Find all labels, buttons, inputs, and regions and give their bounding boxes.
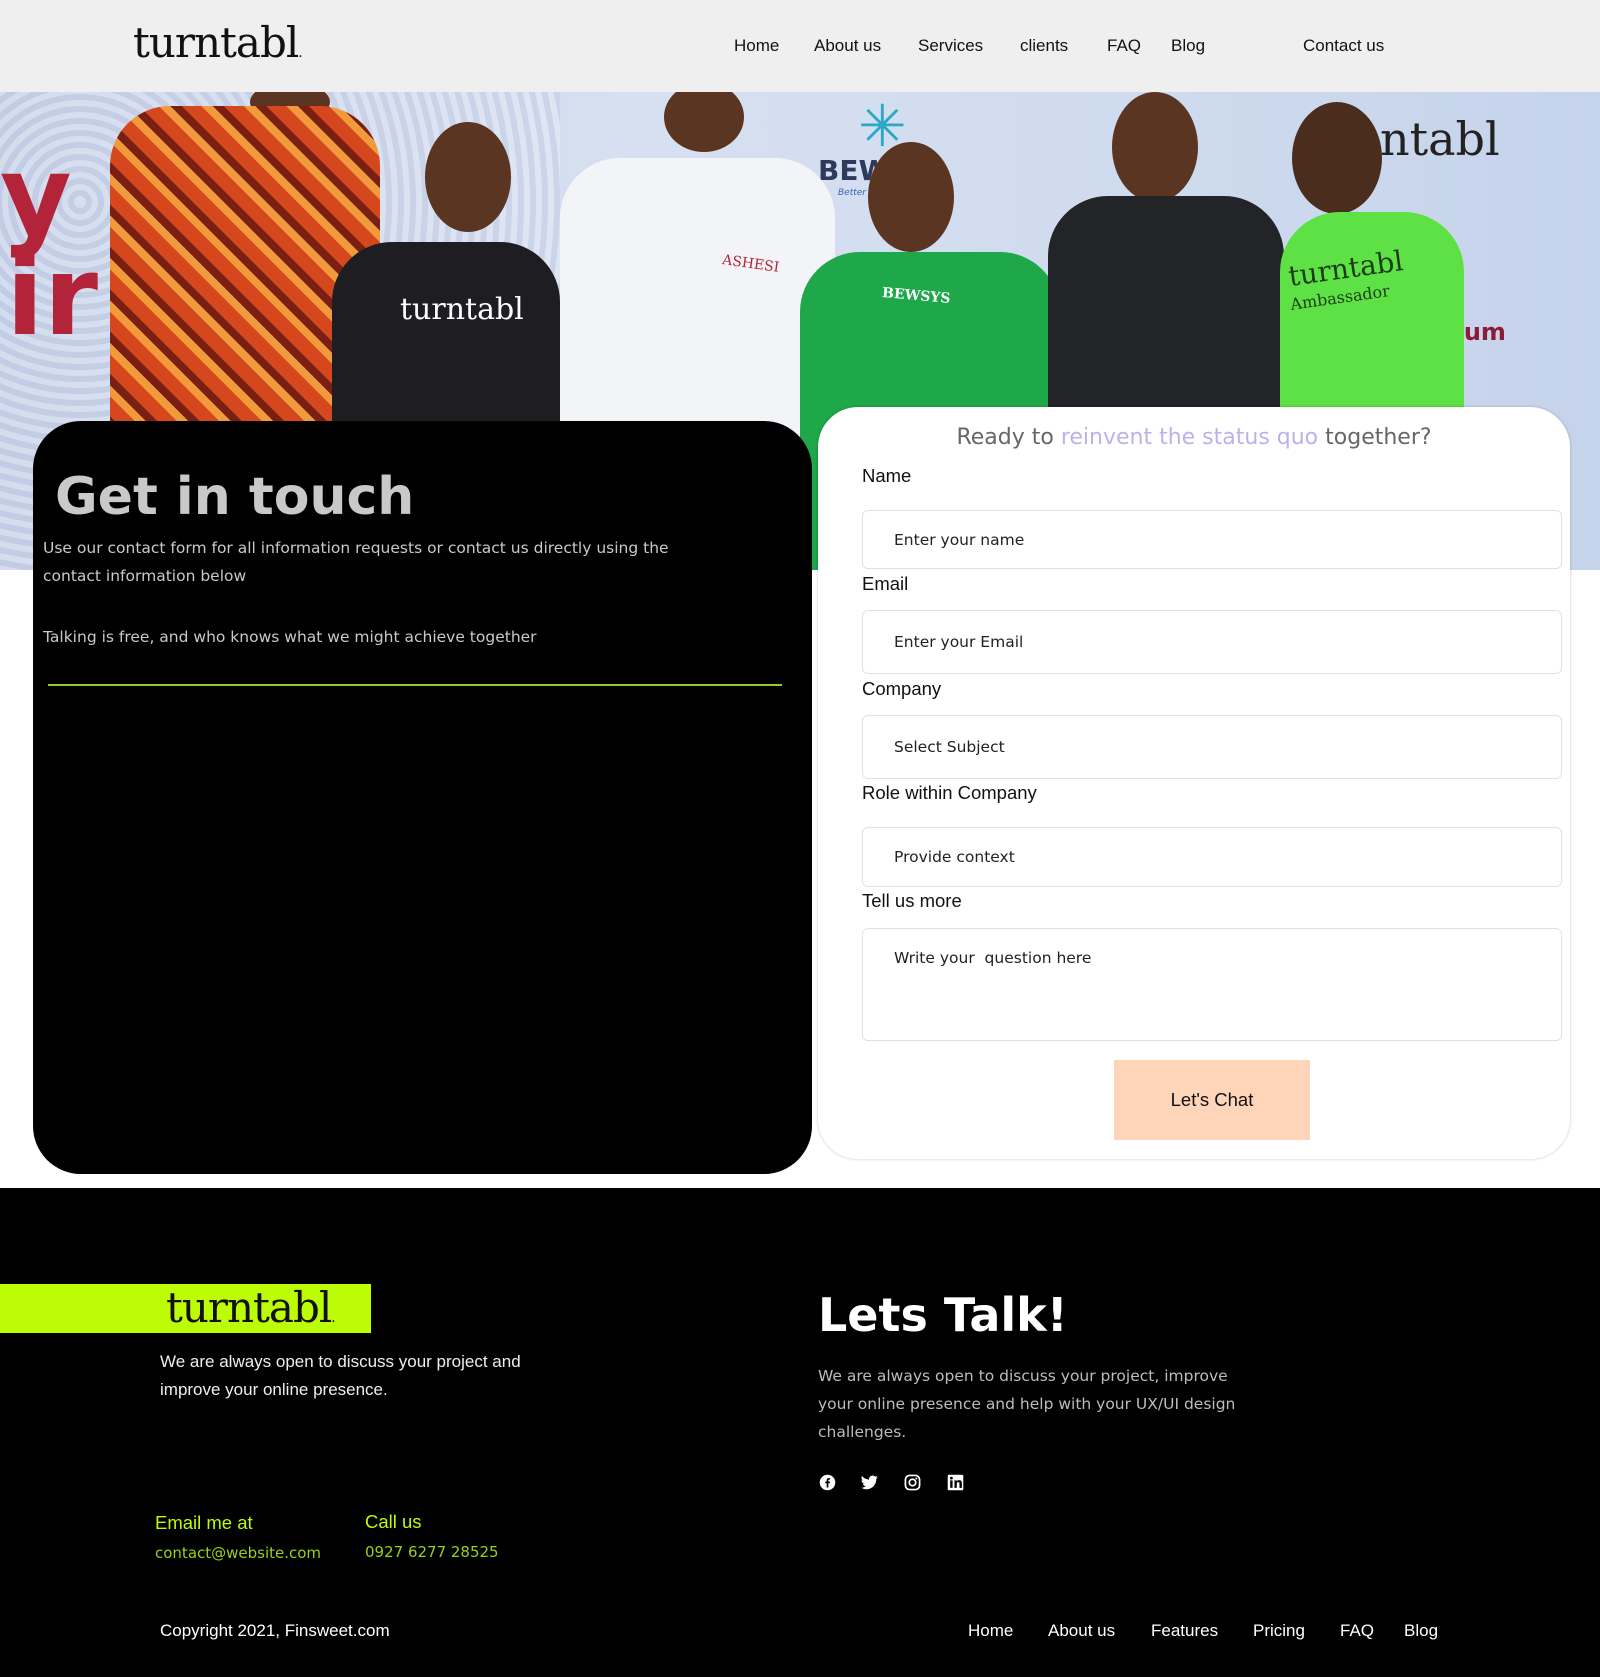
tell-us-more-textarea[interactable] bbox=[862, 928, 1562, 1041]
name-label: Name bbox=[862, 465, 912, 486]
nav-faq[interactable]: FAQ bbox=[1107, 36, 1141, 56]
person-head bbox=[1292, 102, 1382, 214]
copyright-text: Copyright 2021, Finsweet.com bbox=[160, 1621, 390, 1640]
facebook-icon[interactable] bbox=[817, 1472, 837, 1492]
lets-talk-description: We are always open to discuss your proje… bbox=[818, 1367, 1236, 1441]
shirt-logo-text: turntabl bbox=[400, 292, 524, 327]
tell-us-more-label: Tell us more bbox=[862, 890, 962, 911]
person-head bbox=[868, 142, 954, 252]
company-label: Company bbox=[862, 678, 942, 699]
turntabl-banner-text: ntabl bbox=[1380, 112, 1500, 166]
nav-contact[interactable]: Contact us bbox=[1303, 36, 1384, 56]
footer-nav-home[interactable]: Home bbox=[968, 1621, 1013, 1641]
contact-form: Ready to reinvent the status quo togethe… bbox=[818, 407, 1570, 1159]
get-in-touch-title: Get in touch bbox=[55, 467, 415, 527]
form-title-end: together? bbox=[1318, 425, 1432, 450]
form-title: Ready to reinvent the status quo togethe… bbox=[818, 425, 1570, 450]
email-input[interactable] bbox=[862, 610, 1562, 674]
brand-logo[interactable]: turntabl. bbox=[133, 18, 303, 67]
form-title-highlight: reinvent the status quo bbox=[1060, 425, 1319, 450]
footer-nav-about[interactable]: About us bbox=[1048, 1621, 1115, 1641]
lets-chat-button[interactable]: Let's Chat bbox=[1114, 1060, 1310, 1140]
linkedin-icon[interactable] bbox=[945, 1472, 965, 1492]
get-in-touch-description: Use our contact form for all information… bbox=[43, 539, 669, 585]
footer-logo[interactable]: turntabl. bbox=[166, 1285, 336, 1341]
footer-nav-faq[interactable]: FAQ bbox=[1340, 1621, 1374, 1641]
person-head bbox=[664, 92, 744, 152]
role-label: Role within Company bbox=[862, 782, 1037, 803]
footer-description: We are always open to discuss your proje… bbox=[160, 1352, 521, 1399]
person-head bbox=[1112, 92, 1198, 202]
email-label: Email bbox=[862, 573, 909, 594]
nav-about[interactable]: About us bbox=[814, 36, 881, 56]
role-input[interactable] bbox=[862, 827, 1562, 887]
lets-talk-title: Lets Talk! bbox=[818, 1288, 1068, 1342]
person-head bbox=[425, 122, 511, 232]
form-title-start: Ready to bbox=[956, 425, 1061, 450]
instagram-icon[interactable] bbox=[902, 1472, 922, 1492]
footer-call-label: Call us bbox=[365, 1511, 422, 1532]
name-input[interactable] bbox=[862, 510, 1562, 569]
footer-nav-features[interactable]: Features bbox=[1151, 1621, 1218, 1641]
footer-nav-blog[interactable]: Blog bbox=[1404, 1621, 1438, 1641]
nav-clients[interactable]: clients bbox=[1020, 36, 1068, 56]
site-footer: turntabl. We are always open to discuss … bbox=[0, 1188, 1600, 1677]
banner-red-text-2: ir bbox=[6, 232, 98, 360]
twitter-icon[interactable] bbox=[859, 1472, 879, 1492]
footer-nav-pricing[interactable]: Pricing bbox=[1253, 1621, 1305, 1641]
footer-email-link[interactable]: contact@website.com bbox=[155, 1544, 321, 1562]
get-in-touch-tagline: Talking is free, and who knows what we m… bbox=[43, 628, 537, 646]
footer-email-label: Email me at bbox=[155, 1512, 253, 1533]
footer-phone-link[interactable]: 0927 6277 28525 bbox=[365, 1543, 499, 1561]
company-select-value: Select Subject bbox=[894, 738, 1005, 756]
site-header: turntabl. Home About us Services clients… bbox=[0, 0, 1600, 92]
get-in-touch-panel: Get in touch Use our contact form for al… bbox=[33, 421, 812, 1174]
divider-line bbox=[48, 684, 782, 686]
nav-home[interactable]: Home bbox=[734, 36, 779, 56]
nav-blog[interactable]: Blog bbox=[1171, 36, 1205, 56]
company-select[interactable]: Select Subject bbox=[862, 715, 1562, 779]
nav-services[interactable]: Services bbox=[918, 36, 983, 56]
